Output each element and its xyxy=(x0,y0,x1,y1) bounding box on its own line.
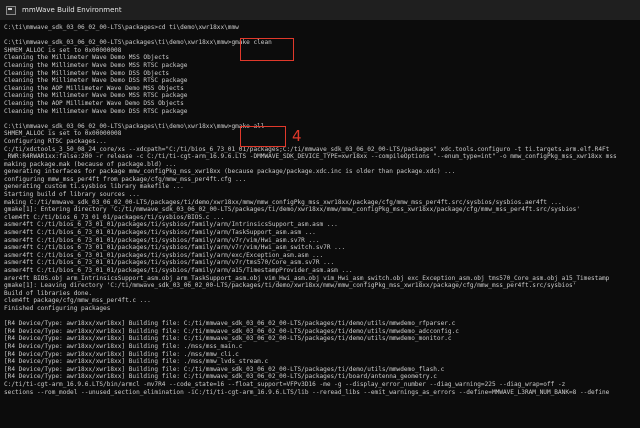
terminal-line: C:/ti/ti-cgt-arm_16.9.6.LTS/bin/armcl -m… xyxy=(4,380,566,388)
terminal-line: [R4 Device/Type: awr18xx/xwr18xx] Buildi… xyxy=(4,327,459,335)
terminal-line: [R4 Device/Type: awr18xx/xwr18xx] Buildi… xyxy=(4,335,452,343)
terminal-line: [R4 Device/Type: awr18xx/xwr18xx] Buildi… xyxy=(4,320,456,328)
terminal-line: configuring mmw_mss_per4ft from package/… xyxy=(4,175,247,183)
terminal-line: Cleaning the Millimeter Wave Demo DSS Ob… xyxy=(4,69,170,77)
highlight-box-gmake-all xyxy=(240,126,286,147)
terminal-line: Starting build of library sources ... xyxy=(4,191,140,199)
terminal-line: [R4 Device/Type: awr18xx/xwr18xx] Buildi… xyxy=(4,342,243,350)
terminal-line: arer4ft BIOS.obj arm_IntrinsicsSupport_a… xyxy=(4,274,610,282)
terminal-line: asmer4ft C:/ti/bios_6_73_01_01/packages/… xyxy=(4,259,335,267)
terminal-line: SHMEM_ALLOC is set to 0x00000008 xyxy=(4,46,122,54)
terminal-line: gmake[1]: Leaving directory 'C:/ti/mmwav… xyxy=(4,282,577,290)
terminal-line: Configuring RTSC packages... xyxy=(4,137,107,145)
terminal-line: sections --rom_model --unused_section_el… xyxy=(4,388,610,396)
terminal-line: [R4 Device/Type: awr18xx/xwr18xx] Buildi… xyxy=(4,358,269,366)
terminal-line: asmer4ft C:/ti/bios_6_73_01_01/packages/… xyxy=(4,236,320,244)
terminal-line: [R4 Device/Type: awr18xx/xwr18xx] Buildi… xyxy=(4,365,445,373)
terminal-line: C:/ti/xdctools_3_50_08_24_core/xs --xdcp… xyxy=(4,145,610,153)
terminal-line: making C:/ti/mmwave_sdk_03_06_02_00-LTS/… xyxy=(4,198,562,206)
terminal-line: asmer4ft C:/ti/bios_6_73_01_01/packages/… xyxy=(4,221,338,229)
terminal-line: Build of libraries done. xyxy=(4,289,93,297)
terminal-line: Cleaning the Millimeter Wave Demo DSS RT… xyxy=(4,107,188,115)
terminal-line: generating custom ti.sysbios library mak… xyxy=(4,183,184,191)
terminal-line: Cleaning the Millimeter Wave Demo MSS RT… xyxy=(4,61,188,69)
terminal-line: Cleaning the AOP Millimeter Wave Demo DS… xyxy=(4,99,184,107)
annotation-number: 4 xyxy=(292,127,302,145)
terminal-line: C:\ti\mmwave_sdk_03_06_02_00-LTS\package… xyxy=(4,24,239,31)
terminal-line: gmake[1]: Entering directory 'C:/ti/mmwa… xyxy=(4,206,580,214)
terminal-line: clem4ft C:/ti/bios_6_73_01_01/packages/t… xyxy=(4,213,225,221)
terminal-line: Finished configuring packages xyxy=(4,304,111,312)
terminal-line: _RWR:R4RWAR1xx:false:200 -r release -c C… xyxy=(4,153,617,161)
terminal-line: asmer4ft C:/ti/bios_6_73_01_01/packages/… xyxy=(4,229,316,237)
title-bar[interactable]: mmWave Build Environment xyxy=(0,0,640,20)
terminal-line: generating interfaces for package mmw_co… xyxy=(4,168,456,176)
terminal-line: C:\ti\mmwave_sdk_03_06_02_00-LTS\package… xyxy=(4,122,265,130)
terminal-line: asmer4ft C:/ti/bios_6_73_01_01/packages/… xyxy=(4,244,346,252)
terminal-output[interactable]: C:\ti\mmwave_sdk_03_06_02_00-LTS\package… xyxy=(4,24,640,428)
terminal-window: mmWave Build Environment C:\ti\mmwave_sd… xyxy=(0,0,640,428)
terminal-line: [R4 Device/Type: awr18xx/xwr18xx] Buildi… xyxy=(4,350,239,358)
terminal-line: clem4ft package/cfg/mmw_mss_per4ft.c ... xyxy=(4,297,151,305)
highlight-box-gmake-clean xyxy=(240,38,294,61)
terminal-line: Cleaning the AOP Millimeter Wave Demo MS… xyxy=(4,84,184,92)
terminal-line: SHMEM_ALLOC is set to 0x00000008 xyxy=(4,130,122,138)
terminal-line: asmer4ft C:/ti/bios_6_73_01_01/packages/… xyxy=(4,251,324,259)
terminal-line: Cleaning the Millimeter Wave Demo DSS RT… xyxy=(4,77,188,85)
terminal-line: Cleaning the Millimeter Wave Demo MSS Ob… xyxy=(4,54,170,62)
terminal-line: [R4 Device/Type: awr18xx/xwr18xx] Buildi… xyxy=(4,373,437,381)
terminal-line: C:\ti\mmwave_sdk_03_06_02_00-LTS\package… xyxy=(4,39,272,47)
terminal-app-icon xyxy=(6,5,16,15)
terminal-line: asmer4ft C:/ti/bios_6_73_01_01/packages/… xyxy=(4,267,353,274)
terminal-line: making package.mak (because of package.b… xyxy=(4,160,177,168)
terminal-line: Cleaning the Millimeter Wave Demo MSS RT… xyxy=(4,92,188,100)
window-title: mmWave Build Environment xyxy=(22,6,122,14)
